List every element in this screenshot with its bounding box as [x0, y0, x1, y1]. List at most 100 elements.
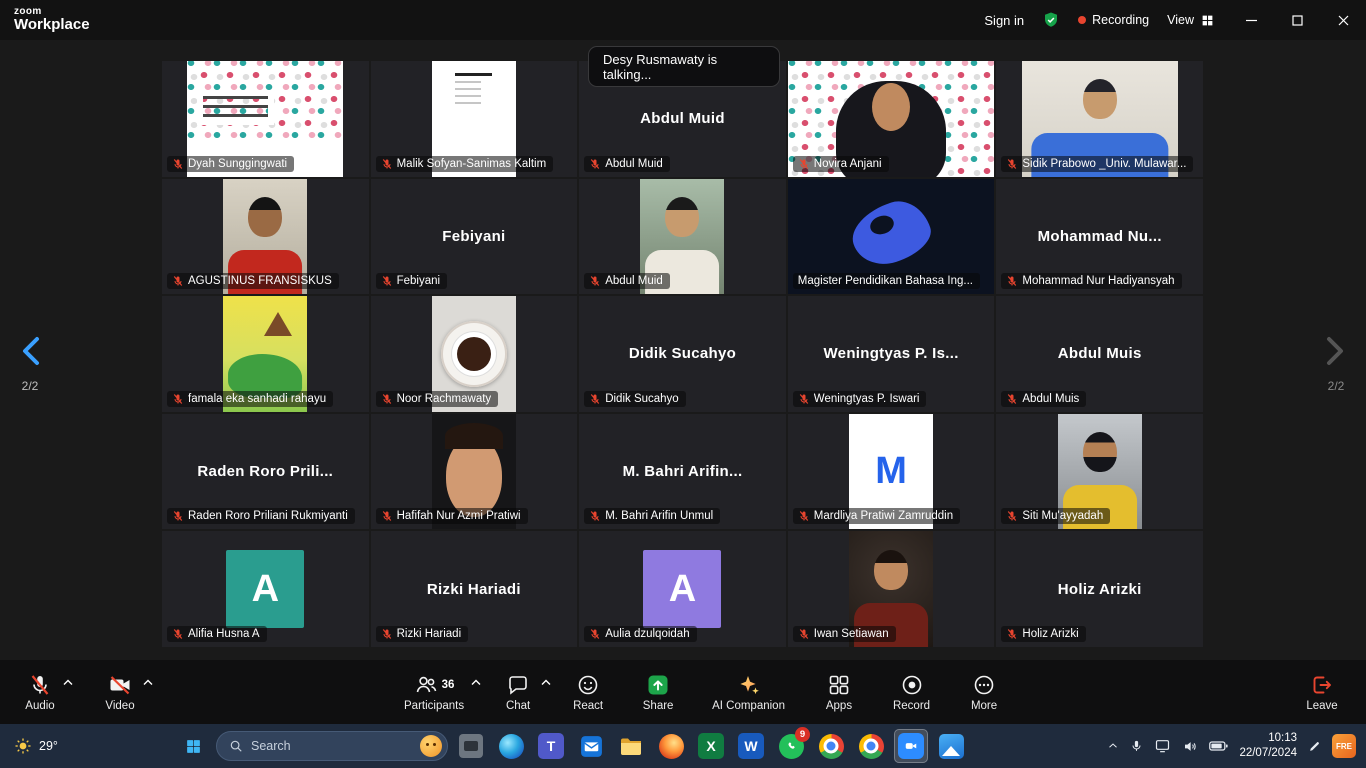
- volume-button[interactable]: [1182, 739, 1198, 754]
- participant-tile[interactable]: FebiyaniFebiyani: [371, 179, 578, 295]
- leave-icon: [1310, 673, 1334, 697]
- participants-button[interactable]: 36 Participants: [398, 660, 470, 724]
- participant-tile[interactable]: Dyah Sunggingwati: [162, 61, 369, 177]
- taskbar-word[interactable]: W: [734, 729, 768, 763]
- view-button[interactable]: View: [1167, 13, 1214, 27]
- chat-caret[interactable]: [541, 673, 551, 691]
- participant-tile[interactable]: famala eka sanhadi rahayu: [162, 296, 369, 412]
- weather-widget[interactable]: 29°: [4, 724, 68, 768]
- participant-tile[interactable]: MMardliya Pratiwi Zamruddin: [788, 414, 995, 530]
- ai-sparkle-icon: [737, 673, 761, 697]
- video-caret[interactable]: [143, 673, 153, 691]
- participant-tile[interactable]: Hafifah Nur Azmi Pratiwi: [371, 414, 578, 530]
- pen-icon: [1308, 740, 1321, 753]
- taskbar-zoom[interactable]: [894, 729, 928, 763]
- muted-mic-icon: [798, 158, 810, 170]
- chat-button[interactable]: Chat: [496, 660, 540, 724]
- windows-start-icon: [185, 738, 202, 755]
- taskbar-mail[interactable]: [574, 729, 608, 763]
- zoom-titlebar: zoom Workplace Sign in Recording View: [0, 0, 1366, 40]
- participant-tile[interactable]: Mohammad Nu...Mohammad Nur Hadiyansyah: [996, 179, 1203, 295]
- participants-caret[interactable]: [471, 673, 481, 691]
- participants-icon: [414, 673, 438, 697]
- participant-tile[interactable]: Noor Rachmawaty: [371, 296, 578, 412]
- search-magnifier-icon: [229, 739, 243, 753]
- leave-button[interactable]: Leave: [1300, 660, 1344, 724]
- participant-tile[interactable]: Raden Roro Prili...Raden Roro Priliani R…: [162, 414, 369, 530]
- sign-in-button[interactable]: Sign in: [984, 13, 1024, 28]
- participant-tile[interactable]: AAulia dzulqoidah: [579, 531, 786, 647]
- participant-tile[interactable]: AAlifia Husna A: [162, 531, 369, 647]
- taskbar-excel[interactable]: X: [694, 729, 728, 763]
- more-dots-icon: [972, 673, 996, 697]
- participant-tile[interactable]: AGUSTINUS FRANSISKUS: [162, 179, 369, 295]
- participant-label: Hafifah Nur Azmi Pratiwi: [376, 508, 528, 524]
- muted-mic-icon: [589, 158, 601, 170]
- participant-tile[interactable]: Magister Pendidikan Bahasa Ing...: [788, 179, 995, 295]
- share-button[interactable]: Share: [636, 660, 680, 724]
- participant-tile[interactable]: Abdul MuisAbdul Muis: [996, 296, 1203, 412]
- record-button[interactable]: Record: [887, 660, 936, 724]
- participant-tile[interactable]: Weningtyas P. Is...Weningtyas P. Iswari: [788, 296, 995, 412]
- avatar-initial: A: [643, 550, 721, 628]
- pen-button[interactable]: [1308, 740, 1321, 753]
- whatsapp-badge: 9: [795, 727, 810, 742]
- next-page-button[interactable]: [1325, 336, 1347, 371]
- weather-temp: 29°: [39, 739, 58, 753]
- ai-companion-button[interactable]: AI Companion: [706, 660, 791, 724]
- hidden-icons-button[interactable]: [1107, 740, 1119, 752]
- audio-caret[interactable]: [63, 673, 73, 691]
- react-button[interactable]: React: [566, 660, 610, 724]
- taskbar-search[interactable]: Search: [216, 731, 448, 761]
- participant-name: Iwan Setiawan: [814, 628, 889, 640]
- battery-button[interactable]: [1209, 740, 1228, 752]
- taskbar-teams[interactable]: T: [534, 729, 568, 763]
- audio-button[interactable]: Audio: [18, 660, 62, 724]
- participant-name: Aulia dzulqoidah: [605, 628, 689, 640]
- maximize-button[interactable]: [1274, 0, 1320, 40]
- participant-tile[interactable]: Novira Anjani: [788, 61, 995, 177]
- participant-tile[interactable]: M. Bahri Arifin...M. Bahri Arifin Unmul: [579, 414, 786, 530]
- participant-tile[interactable]: Malik Sofyan-Sanimas Kaltim: [371, 61, 578, 177]
- start-button[interactable]: [176, 729, 210, 763]
- leave-label: Leave: [1306, 700, 1337, 712]
- taskbar-app-window[interactable]: [454, 729, 488, 763]
- taskbar-chrome-1[interactable]: [814, 729, 848, 763]
- tray-mic-button[interactable]: [1130, 738, 1143, 754]
- participant-name: Raden Roro Priliani Rukmiyanti: [188, 510, 348, 522]
- cast-button[interactable]: [1154, 738, 1171, 754]
- participant-label: Iwan Setiawan: [793, 626, 896, 642]
- apps-grid-icon: [827, 673, 851, 697]
- talking-tooltip: Desy Rusmawaty is talking...: [588, 46, 780, 87]
- shield-check-icon[interactable]: [1042, 11, 1060, 29]
- taskbar-file-explorer[interactable]: [614, 729, 648, 763]
- minimize-button[interactable]: [1228, 0, 1274, 40]
- participant-tile[interactable]: Iwan Setiawan: [788, 531, 995, 647]
- taskbar-whatsapp[interactable]: 9: [774, 729, 808, 763]
- participant-name: Rizki Hariadi: [397, 628, 462, 640]
- taskbar-firefox[interactable]: [654, 729, 688, 763]
- participant-tile[interactable]: Abdul Muid: [579, 179, 786, 295]
- close-button[interactable]: [1320, 0, 1366, 40]
- taskbar-edge[interactable]: [494, 729, 528, 763]
- taskbar-clock[interactable]: 10:13 22/07/2024: [1239, 731, 1297, 761]
- participant-tile[interactable]: Sidik Prabowo _Univ. Mulawar...: [996, 61, 1203, 177]
- apps-button[interactable]: Apps: [817, 660, 861, 724]
- participant-label: famala eka sanhadi rahayu: [167, 391, 333, 407]
- participant-label: Raden Roro Priliani Rukmiyanti: [167, 508, 355, 524]
- chevron-up-icon: [1107, 740, 1119, 752]
- video-button[interactable]: Video: [98, 660, 142, 724]
- fdm-icon[interactable]: FRE: [1332, 734, 1356, 758]
- participant-name: Abdul Muis: [1022, 393, 1079, 405]
- participant-name: Noor Rachmawaty: [397, 393, 492, 405]
- taskbar-photos[interactable]: [934, 729, 968, 763]
- participant-tile[interactable]: Rizki HariadiRizki Hariadi: [371, 531, 578, 647]
- participant-tile[interactable]: Didik SucahyoDidik Sucahyo: [579, 296, 786, 412]
- react-smiley-icon: [576, 673, 600, 697]
- participant-tile[interactable]: Siti Mu'ayyadah: [996, 414, 1203, 530]
- taskbar-chrome-2[interactable]: [854, 729, 888, 763]
- more-button[interactable]: More: [962, 660, 1006, 724]
- previous-page-button[interactable]: [19, 336, 41, 371]
- participant-name: Holiz Arizki: [1022, 628, 1078, 640]
- participant-tile[interactable]: Holiz ArizkiHoliz Arizki: [996, 531, 1203, 647]
